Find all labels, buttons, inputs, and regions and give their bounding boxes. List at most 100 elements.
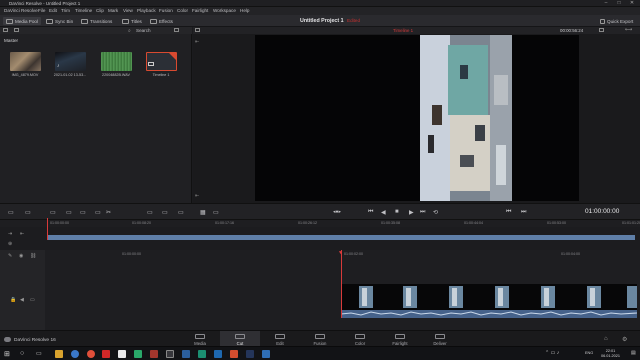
collapse-left-icon[interactable]: ⇤ [195,39,199,45]
menu-clip[interactable]: Clip [96,8,104,13]
menu-help[interactable]: Help [240,8,249,13]
go-to-start-icon[interactable]: ⏮ [368,209,373,216]
menu-color[interactable]: Color [177,8,188,13]
link-icon[interactable]: ⛓ [30,253,36,259]
track-tool-icon[interactable]: ⇤ [20,231,24,237]
close-up-icon[interactable]: ▭ [66,209,72,216]
audio-clip-thumbnail[interactable] [101,52,132,71]
search-icon[interactable]: ⌕ [128,28,131,34]
app-icon[interactable] [230,350,238,358]
opera-icon[interactable] [87,350,95,358]
tab-deliver[interactable]: Deliver [420,331,460,347]
trim-icon[interactable]: ▭ [147,209,153,216]
import-icon[interactable] [14,28,19,32]
tab-edit[interactable]: Edit [260,331,300,347]
davinci-resolve-icon[interactable] [166,350,174,358]
next-edit-icon[interactable]: ⏭ [521,209,526,216]
app-icon[interactable] [150,350,158,358]
append-icon[interactable]: ▭ [25,209,31,216]
app-icon[interactable] [134,350,142,358]
split-icon[interactable]: ▭ [162,209,168,216]
app-icon[interactable] [262,350,270,358]
bin-list-icon[interactable] [3,28,8,32]
ripple-overwrite-icon[interactable]: ▭ [50,209,56,216]
shuttle-icon[interactable]: ◂●▸ [333,209,341,215]
browser-icon[interactable] [71,350,79,358]
transitions-button[interactable]: Transitions [81,17,112,25]
effects-button[interactable]: Effects [150,17,173,25]
start-icon[interactable]: ⊞ [4,350,10,358]
close-button[interactable]: ✕ [626,0,638,7]
menu-mark[interactable]: Mark [108,8,118,13]
cut-icon[interactable]: ✂ [106,209,111,216]
safe-icon[interactable]: ▭ [178,209,184,216]
media-clip-thumbnail[interactable] [10,52,41,71]
prev-edit-icon[interactable]: ⏮ [506,209,511,216]
play-icon[interactable]: ▶ [409,209,414,216]
snap-icon[interactable]: ✎ [8,253,12,259]
tab-media[interactable]: Media [180,331,220,347]
settings-icon[interactable]: ⚙ [622,336,627,343]
loop-icon[interactable]: ⟲ [433,209,438,216]
collapse-bottom-icon[interactable]: ⇤ [195,193,199,199]
menu-trim[interactable]: Trim [61,8,70,13]
track-tool-icon[interactable]: ⇥ [8,231,12,237]
zoom-icon[interactable]: ⊕ [8,241,12,247]
menu-playback[interactable]: Playback [137,8,156,13]
media-pool-button[interactable]: Media Pool [3,17,41,25]
lock-track-icon[interactable]: 🔒 [10,297,16,303]
lower-playhead[interactable] [341,250,342,318]
menu-view[interactable]: View [123,8,133,13]
lower-timeline-ruler[interactable]: 01:00:00:00 01:00:02:00 01:00:04:00 [46,251,640,258]
tray-icons[interactable]: ⌃ ▭ ♪ [545,350,559,356]
menu-fusion[interactable]: Fusion [159,8,173,13]
timeline-clip-thumbnail[interactable] [146,52,177,71]
menu-edit[interactable]: Edit [49,8,57,13]
timeline-overview-clip[interactable] [48,235,635,240]
upper-playhead[interactable] [47,218,48,240]
maximize-button[interactable]: □ [613,0,625,7]
taskbar-clock[interactable]: 22:01 06.01.2021 [601,349,620,359]
viewer-options-icon[interactable] [599,28,604,32]
sort-icon[interactable] [174,28,179,32]
view-mode-alt-icon[interactable]: ▭ [213,209,219,216]
tab-fusion[interactable]: Fusion [300,331,340,347]
tab-fairlight[interactable]: Fairlight [380,331,420,347]
upper-timeline-ruler[interactable]: 01:00:00:00 01:00:08:20 01:00:17:16 01:0… [0,220,640,227]
task-view-icon[interactable]: ▭ [36,350,42,357]
tab-color[interactable]: Color [340,331,380,347]
menu-timeline[interactable]: Timeline [75,8,92,13]
source-overwrite-icon[interactable]: ▭ [95,209,101,216]
file-explorer-icon[interactable] [55,350,63,358]
quick-export-button[interactable]: Quick Export [600,17,633,25]
app-icon[interactable] [198,350,206,358]
media-clip-thumbnail[interactable]: ♪ [55,52,86,71]
tab-cut[interactable]: Cut [220,331,260,347]
timeline-video-clip[interactable] [341,284,637,318]
smart-insert-icon[interactable]: ▭ [8,209,14,216]
lock-icon[interactable]: ◉ [19,253,23,259]
menu-file[interactable]: File [38,8,45,13]
playhead-marker-icon[interactable]: ▼ [338,250,343,256]
play-reverse-icon[interactable]: ◀ [381,209,386,216]
expand-icon[interactable]: ⟷ [625,27,632,33]
input-language[interactable]: ENG [585,351,593,355]
menu-workspace[interactable]: Workspace [213,8,236,13]
sync-bin-button[interactable]: Sync Bin [46,17,73,25]
video-frame[interactable] [255,35,579,201]
menu-fairlight[interactable]: Fairlight [192,8,208,13]
search-label[interactable]: Search [136,28,151,33]
app-icon[interactable] [246,350,254,358]
app-icon[interactable] [214,350,222,358]
go-to-end-icon[interactable]: ⏭ [420,209,425,216]
bin-master[interactable]: Master [4,38,18,43]
stop-icon[interactable]: ■ [395,209,399,215]
app-icon[interactable] [182,350,190,358]
view-mode-icon[interactable]: ▦ [200,209,206,216]
yandex-icon[interactable] [102,350,110,358]
minimize-button[interactable]: – [600,0,612,7]
titles-button[interactable]: Titles [122,17,142,25]
notifications-icon[interactable]: ▤ [631,350,636,356]
audio-icon[interactable]: ◀ [20,297,24,303]
viewer-mode-icon[interactable] [195,28,200,32]
